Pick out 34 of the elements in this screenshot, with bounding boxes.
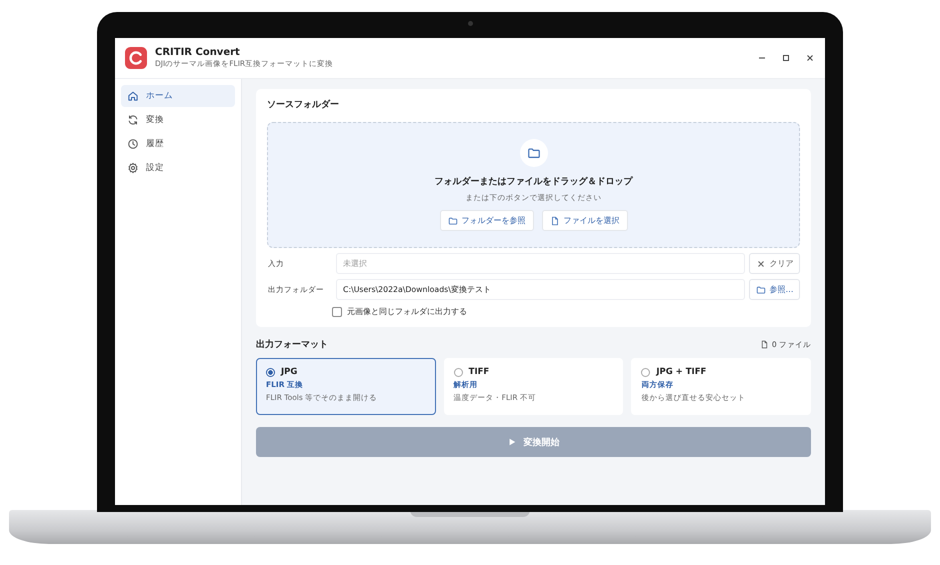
home-icon	[127, 90, 139, 102]
select-file-button[interactable]: ファイルを選択	[542, 210, 628, 231]
section-title: 出力フォーマット	[256, 338, 328, 351]
radio-button[interactable]	[266, 368, 275, 376]
folder-icon	[756, 284, 766, 294]
sidebar-item[interactable]: ホーム	[121, 85, 235, 107]
close-icon	[756, 258, 766, 268]
format-name: JPG + TIFF	[656, 367, 706, 377]
radio-button[interactable]	[641, 368, 650, 376]
play-icon	[508, 438, 516, 446]
maximize-icon[interactable]	[781, 53, 791, 63]
file-icon	[760, 340, 769, 349]
sidebar-item[interactable]: 履歴	[121, 133, 235, 155]
close-icon[interactable]	[805, 53, 815, 63]
checkbox[interactable]	[332, 306, 342, 316]
browse-folder-button[interactable]: フォルダーを参照	[440, 210, 534, 231]
file-icon	[550, 216, 560, 226]
section-title: ソースフォルダー	[267, 98, 340, 111]
clock-icon	[127, 138, 139, 150]
settings-icon	[127, 162, 139, 174]
app-logo-icon	[125, 47, 147, 69]
folder-icon	[520, 139, 548, 167]
app-title: CRITIR Convert	[155, 47, 241, 58]
clear-button[interactable]: クリア	[749, 253, 800, 274]
drop-title: フォルダーまたはファイルをドラッグ＆ドロップ	[434, 175, 632, 188]
radio-button[interactable]	[454, 368, 463, 376]
format-name: JPG	[281, 367, 298, 377]
sidebar-item[interactable]: 設定	[121, 157, 235, 179]
refresh-icon	[127, 114, 139, 126]
folder-icon	[448, 216, 458, 226]
format-name: TIFF	[468, 367, 490, 377]
sidebar-item[interactable]: 変換	[121, 109, 235, 131]
browse-button[interactable]: 参照…	[749, 279, 800, 300]
camera-dot	[468, 21, 473, 26]
